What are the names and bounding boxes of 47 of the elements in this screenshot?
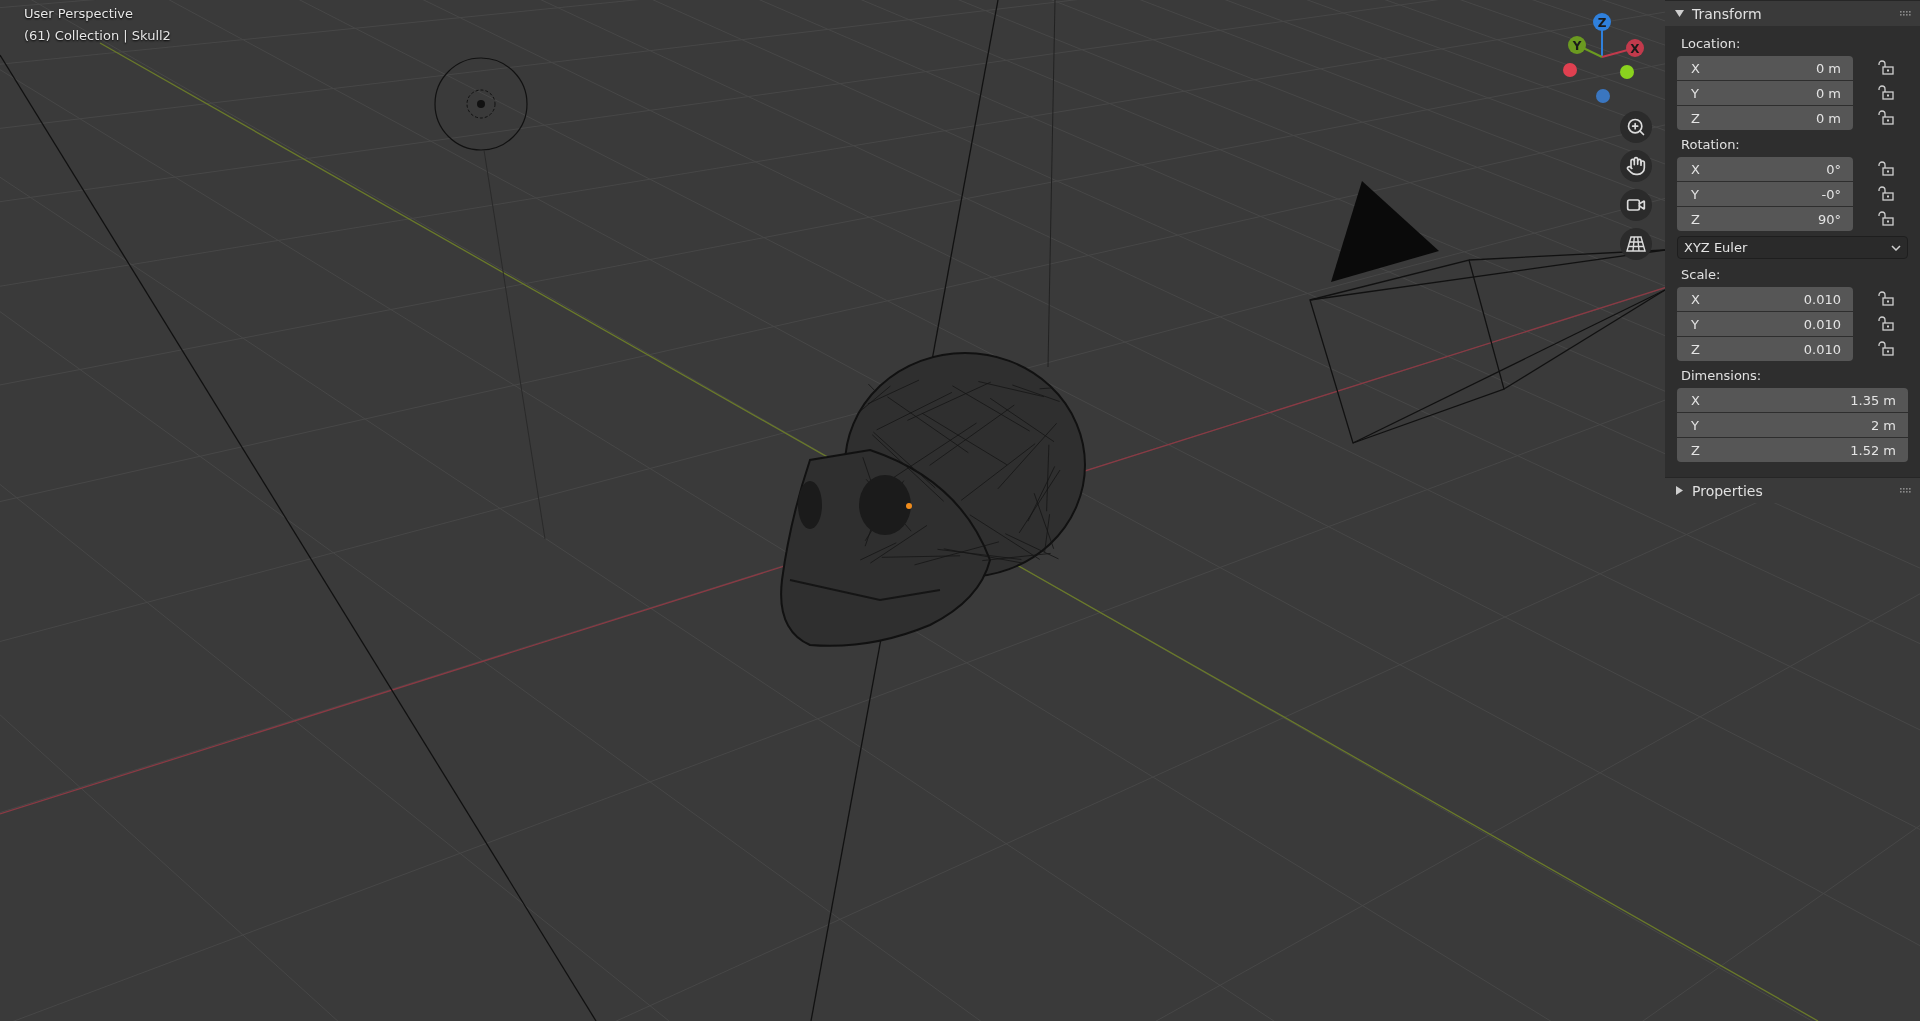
number-field[interactable]: Z 90°: [1677, 207, 1853, 231]
rotation-mode-dropdown[interactable]: XYZ Euler: [1677, 236, 1908, 259]
axis-label: Y: [1572, 38, 1582, 53]
group-label: Dimensions:: [1680, 366, 1763, 385]
open-padlock-icon[interactable]: [1875, 108, 1897, 128]
number-field[interactable]: X 1.35 m: [1677, 388, 1908, 412]
object-context: (61) Collection | Skull2: [24, 28, 171, 43]
axis-handle[interactable]: [1568, 36, 1586, 54]
zoom-icon[interactable]: [1620, 111, 1652, 143]
open-padlock-icon[interactable]: [1875, 314, 1897, 334]
hand-icon[interactable]: [1620, 150, 1652, 182]
axis-label: Z: [1597, 15, 1607, 30]
open-padlock-icon[interactable]: [1875, 58, 1897, 78]
number-field[interactable]: X 0.010: [1677, 287, 1853, 311]
number-field[interactable]: Y -0°: [1677, 182, 1853, 206]
number-field[interactable]: Y 0.010: [1677, 312, 1853, 336]
open-padlock-icon[interactable]: [1875, 209, 1897, 229]
number-field[interactable]: X 0°: [1677, 157, 1853, 181]
number-field[interactable]: Y 0 m: [1677, 81, 1853, 105]
grid-icon[interactable]: [1620, 228, 1652, 260]
number-field[interactable]: Z 0 m: [1677, 106, 1853, 130]
collapsed-triangle-icon[interactable]: [1675, 486, 1684, 495]
drag-handle-icon[interactable]: [1900, 487, 1912, 494]
number-field[interactable]: X 0 m: [1677, 56, 1853, 80]
axis-handle[interactable]: [1626, 39, 1644, 57]
open-padlock-icon[interactable]: [1875, 83, 1897, 103]
number-field[interactable]: Y 2 m: [1677, 413, 1908, 437]
chevron-down-icon: [1891, 244, 1901, 251]
group-label: Scale:: [1680, 265, 1722, 284]
axis-gizmo[interactable]: Z Y X: [1563, 13, 1644, 103]
open-padlock-icon[interactable]: [1875, 289, 1897, 309]
expanded-triangle-icon[interactable]: [1675, 9, 1684, 18]
open-padlock-icon[interactable]: [1875, 159, 1897, 179]
number-field[interactable]: Z 0.010: [1677, 337, 1853, 361]
video-camera-icon[interactable]: [1620, 189, 1652, 221]
panel-header[interactable]: Properties: [1665, 477, 1920, 503]
group-label: Rotation:: [1680, 135, 1741, 154]
group-label: Location:: [1680, 34, 1742, 53]
axis-label: X: [1630, 41, 1640, 56]
open-padlock-icon[interactable]: [1875, 184, 1897, 204]
drag-handle-icon[interactable]: [1900, 10, 1912, 17]
panel-header[interactable]: Transform: [1665, 0, 1920, 26]
view-name: User Perspective: [24, 6, 135, 21]
open-padlock-icon[interactable]: [1875, 339, 1897, 359]
axis-handle[interactable]: [1593, 13, 1611, 31]
3d-viewport[interactable]: Z Y X User Perspective (61) Collection | Skull2 Transform Location: X 0 m Y 0 m Z 0 m Rotation: X 0° Y -0° Z 90° XYZ Euler Scale: X 0.010 Y 0.010 Z 0.010 Dimensions: X 1.35 m Y 2 m Z 1.52 m Properties: [0, 0, 1920, 1021]
number-field[interactable]: Z 1.52 m: [1677, 438, 1908, 462]
